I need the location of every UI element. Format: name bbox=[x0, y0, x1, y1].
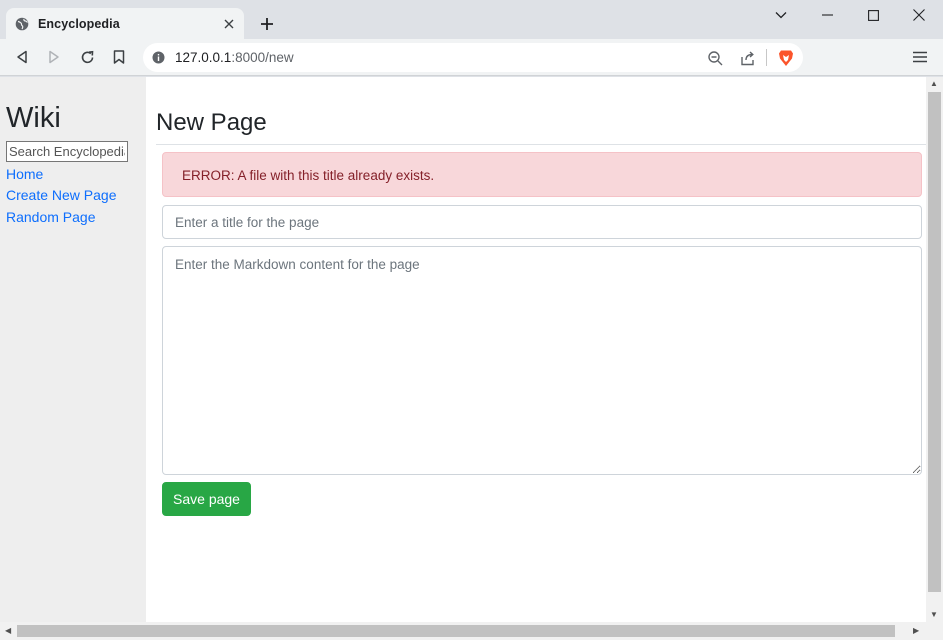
address-bar[interactable]: 127.0.0.1:8000/new bbox=[143, 43, 803, 72]
page-title-input[interactable] bbox=[162, 205, 922, 239]
error-alert: ERROR: A file with this title already ex… bbox=[162, 152, 922, 197]
scroll-left-arrow-icon[interactable]: ◀ bbox=[5, 626, 11, 635]
vertical-scroll-thumb[interactable] bbox=[928, 92, 941, 592]
horizontal-scrollbar[interactable]: ◀ ▶ bbox=[0, 622, 943, 640]
save-page-button[interactable]: Save page bbox=[162, 482, 251, 516]
maximize-icon bbox=[867, 9, 879, 21]
horizontal-scroll-thumb[interactable] bbox=[17, 625, 895, 637]
minimize-icon bbox=[821, 14, 833, 16]
title-divider bbox=[156, 144, 926, 145]
bookmark-button[interactable] bbox=[107, 45, 131, 69]
close-icon bbox=[913, 9, 925, 21]
url-text[interactable]: 127.0.0.1:8000/new bbox=[175, 50, 294, 65]
sidebar-link-random-page[interactable]: Random Page bbox=[6, 209, 96, 225]
vertical-scrollbar[interactable]: ▲ ▼ bbox=[926, 77, 943, 622]
reload-button[interactable] bbox=[75, 45, 99, 69]
tab-search-button[interactable] bbox=[758, 0, 804, 30]
plus-icon bbox=[261, 18, 273, 30]
tab-title: Encyclopedia bbox=[38, 16, 120, 31]
back-button[interactable] bbox=[10, 45, 34, 69]
search-input[interactable] bbox=[6, 141, 128, 162]
info-icon[interactable] bbox=[152, 51, 165, 64]
url-host: 127.0.0.1 bbox=[175, 50, 232, 65]
scroll-right-arrow-icon[interactable]: ▶ bbox=[913, 626, 919, 635]
chevron-down-icon bbox=[775, 12, 787, 19]
forward-icon bbox=[49, 50, 59, 64]
sidebar: Wiki Home Create New Page Random Page bbox=[0, 77, 146, 622]
page-viewport: Wiki Home Create New Page Random Page Ne… bbox=[0, 77, 943, 640]
brave-lion-icon bbox=[779, 50, 793, 66]
sidebar-link-home[interactable]: Home bbox=[6, 166, 43, 182]
forward-button[interactable] bbox=[42, 45, 66, 69]
bookmark-icon bbox=[113, 50, 125, 64]
browser-toolbar: 127.0.0.1:8000/new bbox=[0, 39, 943, 76]
zoom-out-icon bbox=[707, 50, 722, 65]
menu-button[interactable] bbox=[908, 45, 932, 69]
minimize-button[interactable] bbox=[804, 0, 850, 30]
omnibox-separator bbox=[766, 49, 767, 66]
new-tab-button[interactable] bbox=[255, 12, 279, 36]
close-window-button[interactable] bbox=[896, 0, 942, 30]
title-bar: Encyclopedia bbox=[0, 0, 943, 39]
scroll-up-arrow-icon[interactable]: ▲ bbox=[930, 79, 938, 88]
page-title: New Page bbox=[156, 109, 267, 136]
main-content: New Page ERROR: A file with this title a… bbox=[146, 77, 926, 622]
brave-shields-button[interactable] bbox=[775, 47, 797, 69]
globe-icon bbox=[15, 17, 29, 31]
zoom-button[interactable] bbox=[704, 47, 726, 69]
url-path: :8000/new bbox=[231, 50, 294, 65]
share-button[interactable] bbox=[736, 47, 758, 69]
share-icon bbox=[740, 50, 754, 65]
tab-close-icon[interactable] bbox=[220, 15, 238, 33]
reload-icon bbox=[81, 50, 93, 63]
scroll-down-arrow-icon[interactable]: ▼ bbox=[930, 610, 938, 619]
markdown-content-textarea[interactable] bbox=[162, 246, 922, 475]
back-icon bbox=[17, 50, 27, 64]
hamburger-menu-icon bbox=[913, 51, 927, 63]
browser-tab[interactable]: Encyclopedia bbox=[6, 8, 244, 39]
maximize-button[interactable] bbox=[850, 0, 896, 30]
sidebar-title: Wiki bbox=[6, 102, 61, 134]
sidebar-link-create-new-page[interactable]: Create New Page bbox=[6, 187, 117, 203]
